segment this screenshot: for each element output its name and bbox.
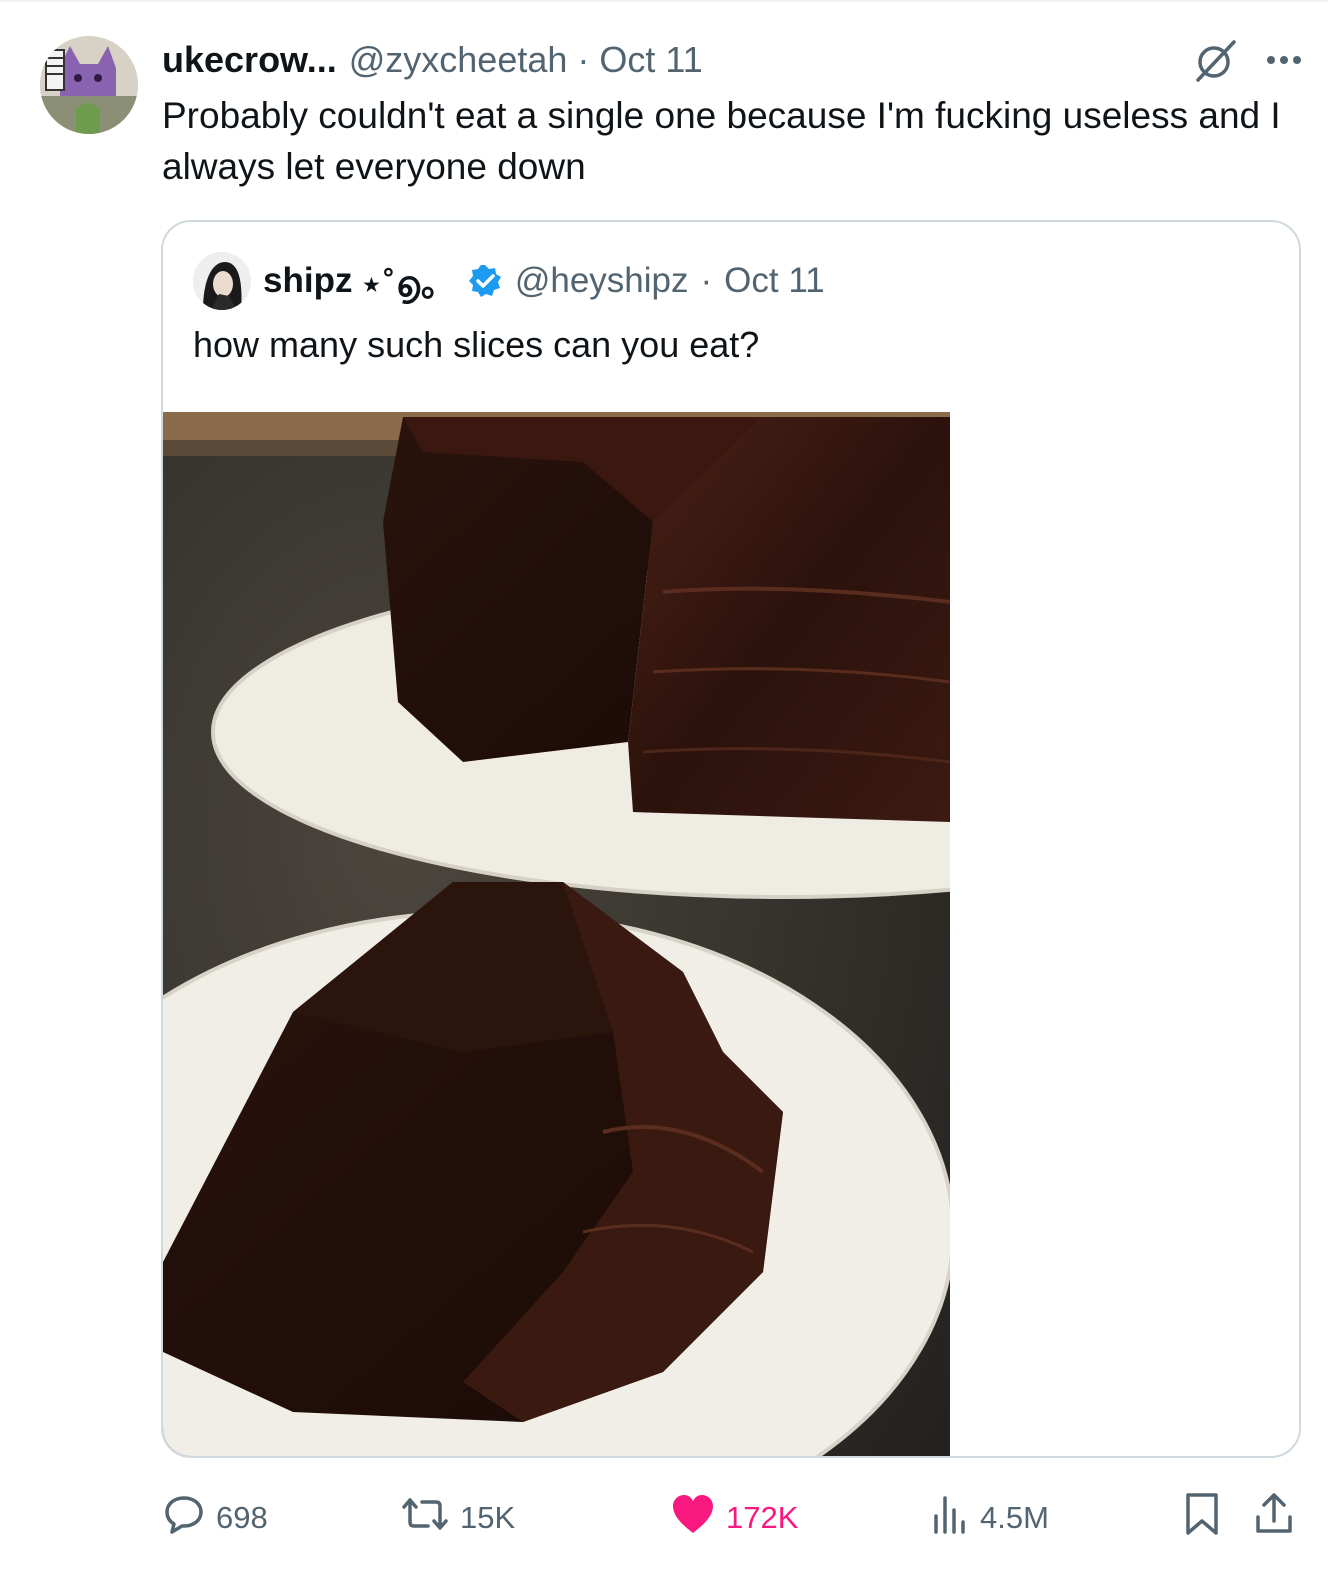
like-count: 172K — [726, 1500, 799, 1535]
like-icon — [670, 1493, 716, 1543]
more-icon[interactable] — [1266, 54, 1302, 66]
grok-icon[interactable] — [1192, 36, 1240, 84]
tweet-date[interactable]: Oct 11 — [599, 39, 702, 81]
bookmark-icon — [1182, 1491, 1222, 1545]
quoted-name-decoration: ⋆˚൭。 — [360, 264, 457, 304]
quoted-tweet-date[interactable]: Oct 11 — [724, 261, 825, 301]
user-handle[interactable]: @zyxcheetah — [349, 39, 568, 81]
quoted-tweet[interactable]: shipz ⋆˚൭。 @heyshipz · Oct 11 how many s… — [161, 220, 1301, 1458]
tweet-actions: 698 15K 172K 4.5M — [162, 1492, 1304, 1544]
views-count: 4.5M — [980, 1500, 1049, 1535]
quoted-tweet-text: how many such slices can you eat? — [193, 324, 760, 365]
separator-dot: · — [577, 39, 590, 80]
tweet-header: ukecrow... @zyxcheetah · Oct 11 — [162, 36, 703, 84]
quoted-separator-dot: · — [700, 261, 713, 300]
display-name[interactable]: ukecrow... — [162, 39, 337, 81]
share-button[interactable] — [1252, 1492, 1296, 1544]
quoted-avatar[interactable] — [193, 252, 251, 310]
like-button[interactable]: 172K — [670, 1492, 798, 1544]
top-divider — [0, 0, 1328, 2]
quoted-tweet-header: shipz ⋆˚൭。 @heyshipz · Oct 11 — [193, 252, 825, 310]
avatar[interactable] — [40, 36, 138, 134]
reply-button[interactable]: 698 — [162, 1492, 268, 1544]
cake-photo[interactable] — [163, 412, 1299, 1456]
repost-button[interactable]: 15K — [400, 1492, 515, 1544]
views-button[interactable]: 4.5M — [930, 1492, 1049, 1544]
quoted-user-handle[interactable]: @heyshipz — [515, 261, 689, 301]
quoted-display-name[interactable]: shipz — [263, 261, 352, 301]
bookmark-button[interactable] — [1182, 1492, 1222, 1544]
share-icon — [1252, 1491, 1296, 1545]
reply-count: 698 — [216, 1500, 268, 1535]
verified-badge-icon — [467, 263, 503, 299]
repost-icon — [400, 1492, 450, 1544]
tweet-text: Probably couldn't eat a single one becau… — [162, 95, 1281, 187]
tweet-top-actions — [1192, 36, 1302, 84]
repost-count: 15K — [460, 1500, 516, 1535]
reply-icon — [162, 1492, 206, 1544]
views-icon — [930, 1494, 970, 1542]
